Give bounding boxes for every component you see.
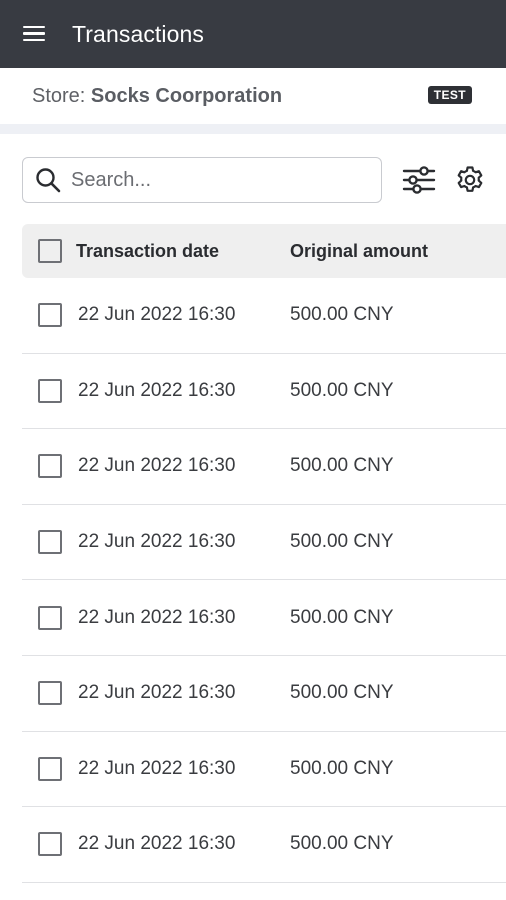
original-amount-cell: 500.00 CNY [290,455,394,477]
transaction-date-cell: 22 Jun 2022 16:30 [78,455,236,477]
transaction-date-cell: 22 Jun 2022 16:30 [78,531,236,553]
gear-icon [457,166,483,192]
original-amount-cell: 500.00 CNY [290,531,394,553]
page-title: Transactions [72,20,205,47]
menu-button[interactable] [0,0,70,68]
transaction-date-cell: 22 Jun 2022 16:30 [78,304,236,326]
row-checkbox[interactable] [38,681,62,706]
table-row[interactable]: 22 Jun 2022 16:30 500.00 CNY [22,656,506,732]
original-amount-cell: 500.00 CNY [290,682,394,704]
row-checkbox[interactable] [38,756,62,781]
hamburger-menu-icon [23,25,45,42]
row-checkbox[interactable] [38,832,62,857]
transactions-list: 22 Jun 2022 16:30 500.00 CNY 22 Jun 2022… [22,278,506,883]
row-checkbox[interactable] [38,605,62,630]
row-checkbox[interactable] [38,303,62,328]
transaction-date-cell: 22 Jun 2022 16:30 [78,757,236,779]
store-prefix: Store: [32,84,91,107]
transaction-date-cell: 22 Jun 2022 16:30 [78,833,236,855]
filter-button[interactable] [400,160,438,200]
select-all-checkbox[interactable] [38,239,62,263]
sliders-filter-icon [402,166,436,194]
transaction-date-cell: 22 Jun 2022 16:30 [78,379,236,401]
original-amount-cell: 500.00 CNY [290,833,394,855]
row-checkbox[interactable] [38,378,62,403]
table-header: Transaction date Original amount [22,224,506,278]
table-row[interactable]: 22 Jun 2022 16:30 500.00 CNY [22,732,506,808]
table-row[interactable]: 22 Jun 2022 16:30 500.00 CNY [22,580,506,656]
table-row[interactable]: 22 Jun 2022 16:30 500.00 CNY [22,278,506,354]
original-amount-cell: 500.00 CNY [290,606,394,628]
table-row[interactable]: 22 Jun 2022 16:30 500.00 CNY [22,354,506,430]
transaction-date-cell: 22 Jun 2022 16:30 [78,682,236,704]
transaction-date-cell: 22 Jun 2022 16:30 [78,606,236,628]
search-icon [25,157,71,203]
store-bar: Store: Socks Coorporation TEST [0,68,506,124]
table-row[interactable]: 22 Jun 2022 16:30 500.00 CNY [22,429,506,505]
row-checkbox[interactable] [38,454,62,479]
store-label: Store: Socks Coorporation [32,85,282,108]
test-mode-badge: TEST [427,86,472,104]
column-header-original-amount[interactable]: Original amount [290,241,428,262]
original-amount-cell: 500.00 CNY [290,757,394,779]
search-box[interactable] [22,157,382,203]
original-amount-cell: 500.00 CNY [290,379,394,401]
store-name: Socks Coorporation [90,84,283,107]
table-row[interactable]: 22 Jun 2022 16:30 500.00 CNY [22,807,506,883]
original-amount-cell: 500.00 CNY [290,304,394,326]
search-input[interactable] [71,160,371,200]
table-row[interactable]: 22 Jun 2022 16:30 500.00 CNY [22,505,506,581]
section-divider [0,124,506,134]
column-header-transaction-date[interactable]: Transaction date [76,241,219,262]
settings-button[interactable] [452,160,488,200]
row-checkbox[interactable] [38,530,62,555]
app-bar: Transactions [0,0,506,68]
